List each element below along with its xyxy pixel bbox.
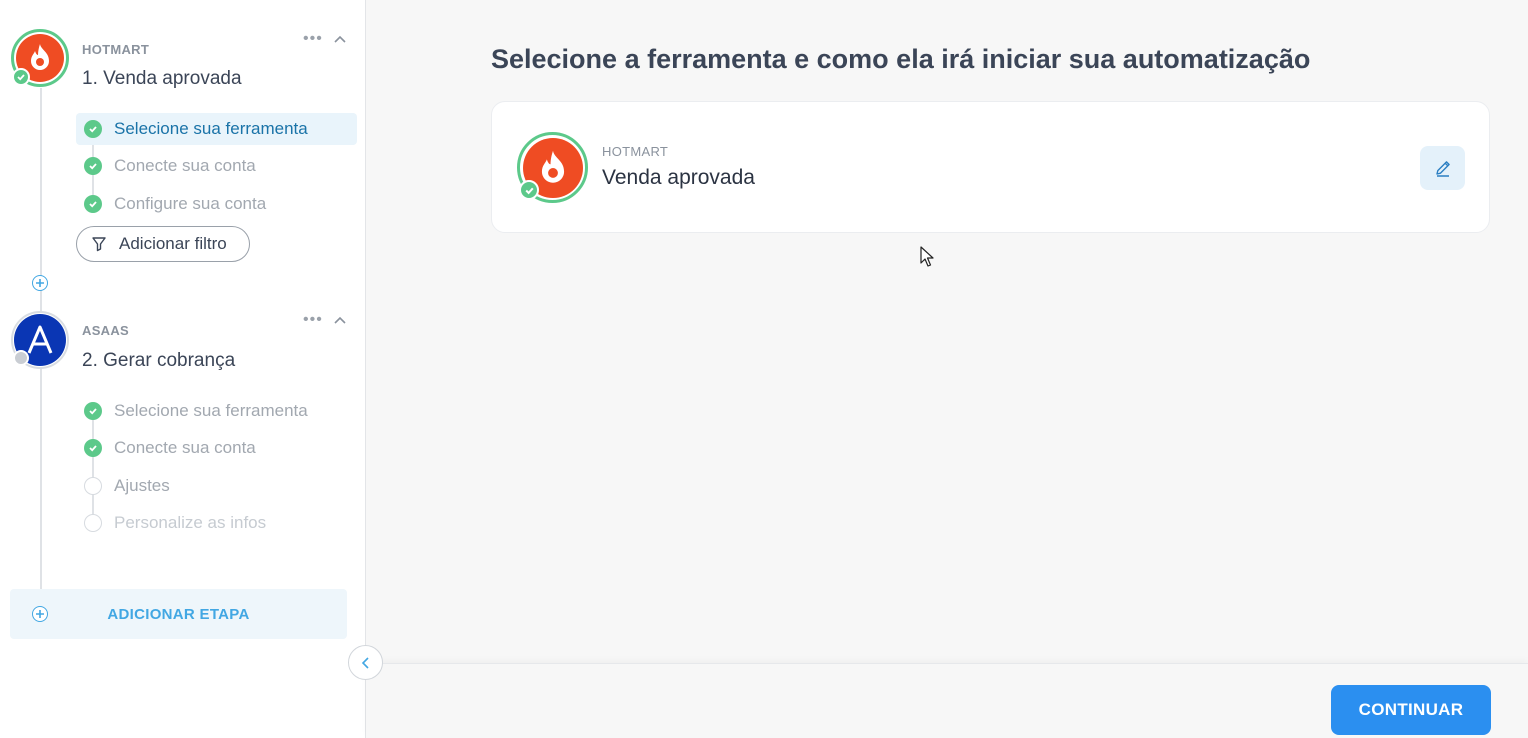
substep-select-tool[interactable]: Selecione sua ferramenta	[76, 395, 357, 427]
step-title[interactable]: 1. Venda aprovada	[82, 68, 242, 90]
continue-label: CONTINUAR	[1358, 700, 1464, 719]
chevron-left-icon	[361, 656, 369, 669]
mouse-cursor-icon	[920, 246, 934, 273]
substep-select-tool[interactable]: Selecione sua ferramenta	[76, 113, 357, 145]
step-complete-check-icon	[12, 68, 30, 86]
chevron-up-icon[interactable]	[332, 313, 348, 329]
add-filter-label: Adicionar filtro	[119, 234, 227, 253]
substep-settings[interactable]: Ajustes	[76, 470, 357, 502]
substep-connect-account[interactable]: Conecte sua conta	[76, 150, 357, 182]
substep-label: Personalize as infos	[114, 513, 267, 532]
edit-button[interactable]	[1420, 146, 1465, 190]
step-menu-ellipsis-icon[interactable]: •••	[303, 30, 323, 48]
selected-app-name: HOTMART	[602, 144, 669, 159]
chevron-up-icon[interactable]	[332, 32, 348, 48]
selected-trigger-name: Venda aprovada	[602, 166, 755, 189]
substep-label: Conecte sua conta	[114, 438, 256, 457]
collapse-sidebar-button[interactable]	[348, 645, 383, 680]
check-icon	[519, 180, 539, 200]
continue-button[interactable]: CONTINUAR	[1331, 685, 1491, 735]
add-step-button[interactable]: ADICIONAR ETAPA	[10, 589, 347, 639]
add-step-label: ADICIONAR ETAPA	[107, 605, 250, 623]
add-step-plus-icon[interactable]	[32, 606, 48, 622]
check-icon	[84, 402, 102, 420]
pencil-icon	[1435, 161, 1450, 177]
page-title: Selecione a ferramenta e como ela irá in…	[491, 44, 1311, 74]
step-title[interactable]: 2. Gerar cobrança	[82, 350, 235, 372]
check-icon	[84, 195, 102, 213]
filter-icon	[92, 237, 106, 252]
step-app-name: HOTMART	[82, 42, 150, 57]
empty-circle-icon	[84, 514, 102, 532]
insert-step-plus-icon[interactable]	[32, 275, 48, 291]
empty-circle-icon	[84, 477, 102, 495]
substep-connect-account[interactable]: Conecte sua conta	[76, 432, 357, 464]
check-icon	[84, 157, 102, 175]
substep-label: Ajustes	[114, 476, 170, 495]
check-icon	[84, 120, 102, 138]
step-menu-ellipsis-icon[interactable]: •••	[303, 311, 323, 329]
substep-label: Selecione sua ferramenta	[114, 119, 308, 138]
add-filter-button[interactable]: Adicionar filtro	[76, 226, 250, 262]
step-incomplete-icon	[13, 350, 29, 366]
sidebar: HOTMART 1. Venda aprovada ••• Selecione …	[0, 0, 366, 738]
substep-customize-info: Personalize as infos	[76, 507, 357, 539]
check-icon	[84, 439, 102, 457]
substep-label: Configure sua conta	[114, 194, 267, 213]
selected-tool-card: HOTMART Venda aprovada	[491, 101, 1490, 233]
step-app-name: ASAAS	[82, 323, 130, 338]
substep-label: Conecte sua conta	[114, 156, 256, 175]
substep-configure-account[interactable]: Configure sua conta	[76, 188, 357, 220]
substep-label: Selecione sua ferramenta	[114, 401, 308, 420]
